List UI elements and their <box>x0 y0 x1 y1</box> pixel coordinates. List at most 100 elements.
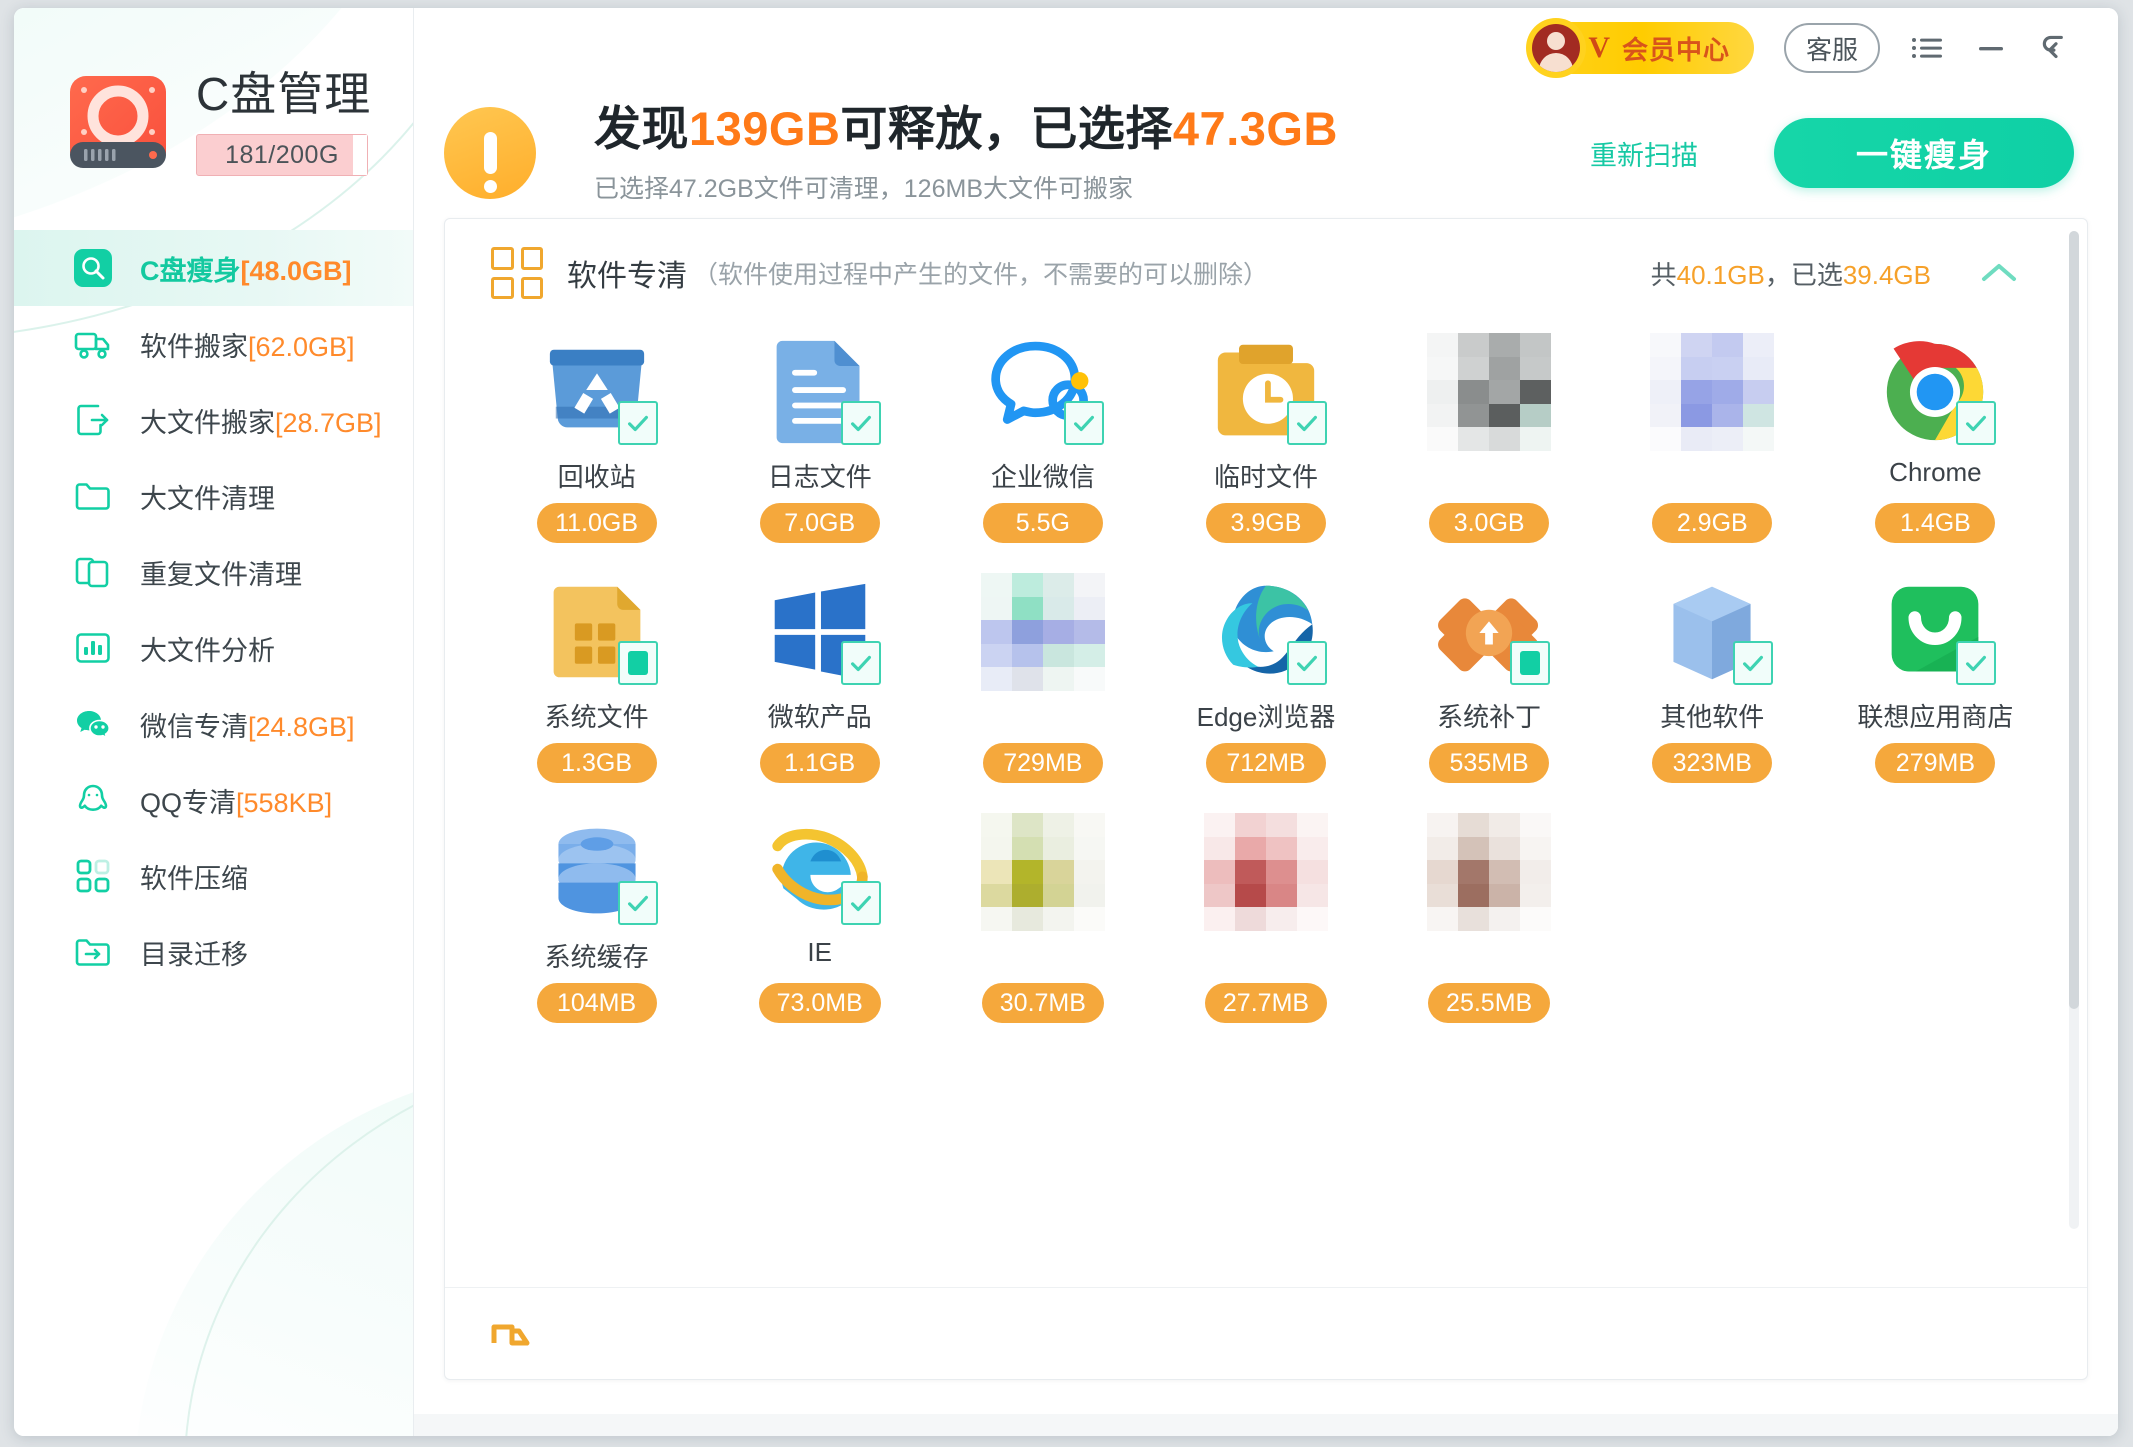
tile-lenovo-store[interactable]: 联想应用商店 279MB <box>1824 573 2047 789</box>
edge-browser-icon <box>1201 573 1331 691</box>
next-section-header[interactable] <box>445 1287 2087 1379</box>
tile-system-cache[interactable]: 系统缓存 104MB <box>485 813 708 1029</box>
tile-size-badge: 535MB <box>1429 743 1550 783</box>
tile-ie-browser[interactable]: IE 73.0MB <box>708 813 931 1029</box>
tile-size-badge: 2.9GB <box>1652 503 1773 543</box>
sidebar-item-software-compress[interactable]: 软件压缩 <box>14 838 413 914</box>
tile-other-software[interactable]: 其他软件 323MB <box>1601 573 1824 789</box>
tile-label: Chrome <box>1889 457 1982 487</box>
ie-browser-icon <box>755 813 885 931</box>
capacity-free-portion <box>353 135 367 176</box>
rescan-link[interactable]: 重新扫描 <box>1590 134 1698 173</box>
sidebar-item-label: 大文件搬家[28.7GB] <box>140 407 382 438</box>
software-clean-card: 软件专清 （软件使用过程中产生的文件，不需要的可以删除） 共40.1GB，已选3… <box>444 218 2088 1380</box>
log-document-icon <box>755 333 885 451</box>
tile-microsoft-products[interactable]: 微软产品 1.1GB <box>708 573 931 789</box>
content-scrollbar[interactable] <box>2069 231 2079 1229</box>
sidebar-item-label: 重复文件清理 <box>140 559 302 590</box>
scrollbar-thumb[interactable] <box>2069 231 2079 1010</box>
tile-wecom[interactable]: 企业微信 5.5G <box>931 333 1154 549</box>
tile-redacted-3[interactable]: 729MB <box>931 573 1154 789</box>
tile-label: IE <box>807 937 832 967</box>
customer-support-button[interactable]: 客服 <box>1784 23 1880 73</box>
tile-size-badge: 1.3GB <box>536 743 657 783</box>
tile-size-badge: 7.0GB <box>759 503 880 543</box>
tile-label: 临时文件 <box>1213 462 1318 492</box>
tile-size-badge: 3.9GB <box>1205 503 1326 543</box>
tile-checkbox[interactable] <box>1733 641 1774 685</box>
sidebar-item-label: 目录迁移 <box>140 939 248 970</box>
tile-checkbox[interactable] <box>617 641 658 685</box>
tile-checkbox[interactable] <box>1063 401 1104 445</box>
vip-badge-icon: V <box>1588 31 1610 64</box>
member-center-button[interactable]: V 会员中心 <box>1526 18 1754 78</box>
tile-size-badge: 323MB <box>1652 743 1773 783</box>
sidebar-item-c-disk-slim[interactable]: C盘瘦身[48.0GB] <box>14 230 413 306</box>
sidebar-item-bigfile-clean[interactable]: 大文件清理 <box>14 458 413 534</box>
tile-label: 系统补丁 <box>1437 702 1542 732</box>
tile-redacted-5[interactable]: 27.7MB <box>1154 813 1377 1029</box>
sidebar-item-bigfile-analysis[interactable]: 大文件分析 <box>14 610 413 686</box>
folder-icon <box>72 475 114 517</box>
app-window: C盘管理 181/200G C盘瘦身[48.0GB] 软件搬家[62.0GB] <box>14 8 2118 1436</box>
hard-disk-icon <box>62 66 174 178</box>
sidebar-item-wechat-clean[interactable]: 微信专清[24.8GB] <box>14 686 413 762</box>
tile-checkbox[interactable] <box>617 881 658 925</box>
wechat-icon <box>72 703 114 745</box>
truck-icon <box>491 1319 535 1349</box>
capacity-label: 181/200G <box>225 140 339 169</box>
tile-checkbox[interactable] <box>617 401 658 445</box>
list-menu-icon[interactable] <box>1910 31 1944 65</box>
undo-arrow-icon[interactable] <box>2038 30 2074 66</box>
tile-checkbox[interactable] <box>1510 641 1551 685</box>
disk-scan-icon <box>72 247 114 289</box>
tile-checkbox[interactable] <box>840 641 881 685</box>
member-center-label: 会员中心 <box>1621 34 1730 65</box>
tile-system-patch[interactable]: 系统补丁 535MB <box>1378 573 1601 789</box>
tile-redacted-2[interactable]: 2.9GB <box>1601 333 1824 549</box>
tile-checkbox[interactable] <box>840 401 881 445</box>
grid-squares-icon <box>491 247 543 299</box>
tile-recycle-bin[interactable]: 回收站 11.0GB <box>485 333 708 549</box>
minimize-icon[interactable] <box>1974 31 2008 65</box>
tile-edge-browser[interactable]: Edge浏览器 712MB <box>1154 573 1377 789</box>
sidebar-item-duplicate-clean[interactable]: 重复文件清理 <box>14 534 413 610</box>
lenovo-store-icon <box>1870 573 2000 691</box>
wecom-icon <box>978 333 1108 451</box>
tile-size-badge: 5.5G <box>982 503 1103 543</box>
tile-checkbox[interactable] <box>1956 401 1997 445</box>
tile-label: 联想应用商店 <box>1857 702 2014 732</box>
tile-redacted-6[interactable]: 25.5MB <box>1378 813 1601 1029</box>
tile-checkbox[interactable] <box>1286 641 1327 685</box>
tile-redacted-1[interactable]: 3.0GB <box>1378 333 1601 549</box>
tile-label: 系统缓存 <box>544 942 649 972</box>
tile-chrome[interactable]: Chrome 1.4GB <box>1824 333 2047 549</box>
tile-checkbox[interactable] <box>1286 401 1327 445</box>
sidebar-item-label: C盘瘦身[48.0GB] <box>140 255 352 286</box>
chevron-up-icon[interactable] <box>1977 258 2021 288</box>
tile-size-badge: 30.7MB <box>981 983 1104 1023</box>
customer-support-label: 客服 <box>1805 34 1858 65</box>
tile-size-badge: 11.0GB <box>536 503 657 543</box>
tile-temp-files[interactable]: 临时文件 3.9GB <box>1154 333 1377 549</box>
sidebar-item-qq-clean[interactable]: QQ专清[558KB] <box>14 762 413 838</box>
tile-log-files[interactable]: 日志文件 7.0GB <box>708 333 931 549</box>
redacted-icon <box>1424 333 1554 451</box>
one-click-slim-button[interactable]: 一键瘦身 <box>1774 118 2074 188</box>
sidebar-item-label: 微信专清[24.8GB] <box>140 711 355 742</box>
sidebar-item-directory-migration[interactable]: 目录迁移 <box>14 914 413 990</box>
tile-size-badge: 3.0GB <box>1429 503 1550 543</box>
tile-size-badge: 729MB <box>982 743 1103 783</box>
sidebar-item-label: 软件搬家[62.0GB] <box>140 331 355 362</box>
window-bottom-strip <box>414 1414 2118 1436</box>
tile-redacted-4[interactable]: 30.7MB <box>931 813 1154 1029</box>
tile-checkbox[interactable] <box>1956 641 1997 685</box>
tile-checkbox[interactable] <box>840 881 881 925</box>
bar-chart-icon <box>72 627 114 669</box>
sidebar-item-bigfile-move[interactable]: 大文件搬家[28.7GB] <box>14 382 413 458</box>
duplicate-files-icon <box>72 551 114 593</box>
tile-system-files[interactable]: 系统文件 1.3GB <box>485 573 708 789</box>
sidebar-item-software-move[interactable]: 软件搬家[62.0GB] <box>14 306 413 382</box>
file-move-icon <box>72 399 114 441</box>
sidebar-item-label: QQ专清[558KB] <box>140 787 333 818</box>
